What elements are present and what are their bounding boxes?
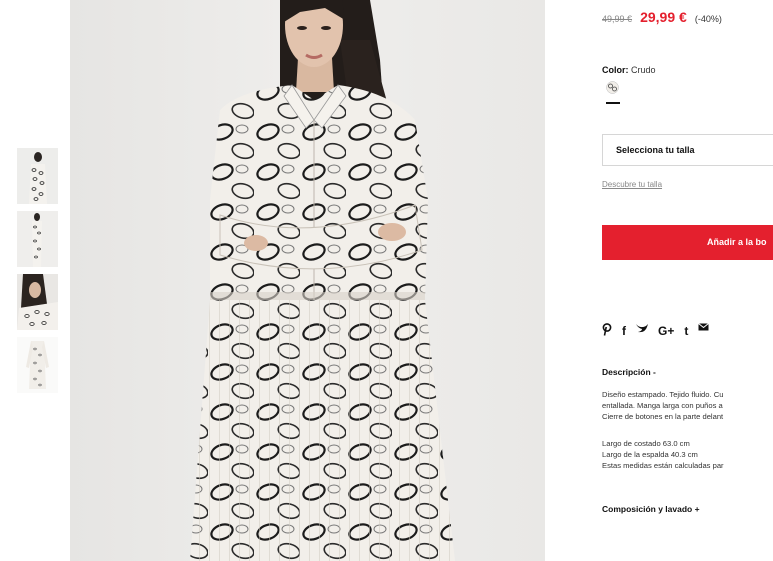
description-text: Diseño estampado. Tejido fluido. Cu enta… [602, 389, 773, 422]
description-line: Cierre de botones en la parte delant [602, 412, 724, 421]
price-row: 49,99 € 29,99 € (-40%) [602, 9, 722, 25]
thumbnail-2[interactable] [17, 211, 58, 267]
original-price: 49,99 € [602, 14, 633, 24]
description-line: entallada. Manga larga con puños a [602, 401, 723, 410]
measurements: Largo de costado 63.0 cm Largo de la esp… [602, 438, 724, 471]
thumbnail-4[interactable] [17, 337, 58, 393]
tumblr-icon[interactable]: t [684, 323, 688, 339]
discount-badge: (-40%) [694, 14, 722, 24]
color-value: Crudo [631, 65, 656, 75]
color-label: Color: Crudo [602, 65, 656, 75]
facebook-icon[interactable]: f [622, 323, 626, 339]
measure-line: Largo de costado 63.0 cm [602, 439, 690, 448]
thumbnail-3[interactable] [17, 274, 58, 330]
measure-line: Largo de la espalda 40.3 cm [602, 450, 698, 459]
add-to-bag-button[interactable]: Añadir a la bo [602, 225, 773, 260]
thumbnail-1[interactable] [17, 148, 58, 204]
email-icon[interactable] [698, 323, 710, 339]
product-main-image[interactable] [70, 0, 545, 561]
measure-line: Estas medidas están calculadas par [602, 461, 724, 470]
description-line: Diseño estampado. Tejido fluido. Cu [602, 390, 724, 399]
thumbnail-list [17, 148, 58, 400]
pinterest-icon[interactable] [602, 323, 612, 339]
color-swatch-crudo[interactable] [606, 81, 619, 94]
twitter-icon[interactable] [636, 323, 648, 339]
size-guide-link[interactable]: Descubre tu talla [602, 180, 662, 189]
description-title[interactable]: Descripción - [602, 367, 656, 377]
size-select[interactable]: Selecciona tu talla [602, 134, 773, 166]
share-icons: f G+ t [602, 323, 719, 339]
swatch-selected-indicator [606, 102, 620, 104]
color-label-title: Color: [602, 65, 629, 75]
composition-toggle[interactable]: Composición y lavado + [602, 504, 700, 514]
sale-price: 29,99 € [640, 9, 687, 25]
product-page: 49,99 € 29,99 € (-40%) Color: Crudo Sele… [0, 0, 773, 561]
google-plus-icon[interactable]: G+ [658, 323, 674, 339]
product-info-panel: 49,99 € 29,99 € (-40%) Color: Crudo Sele… [602, 0, 773, 561]
